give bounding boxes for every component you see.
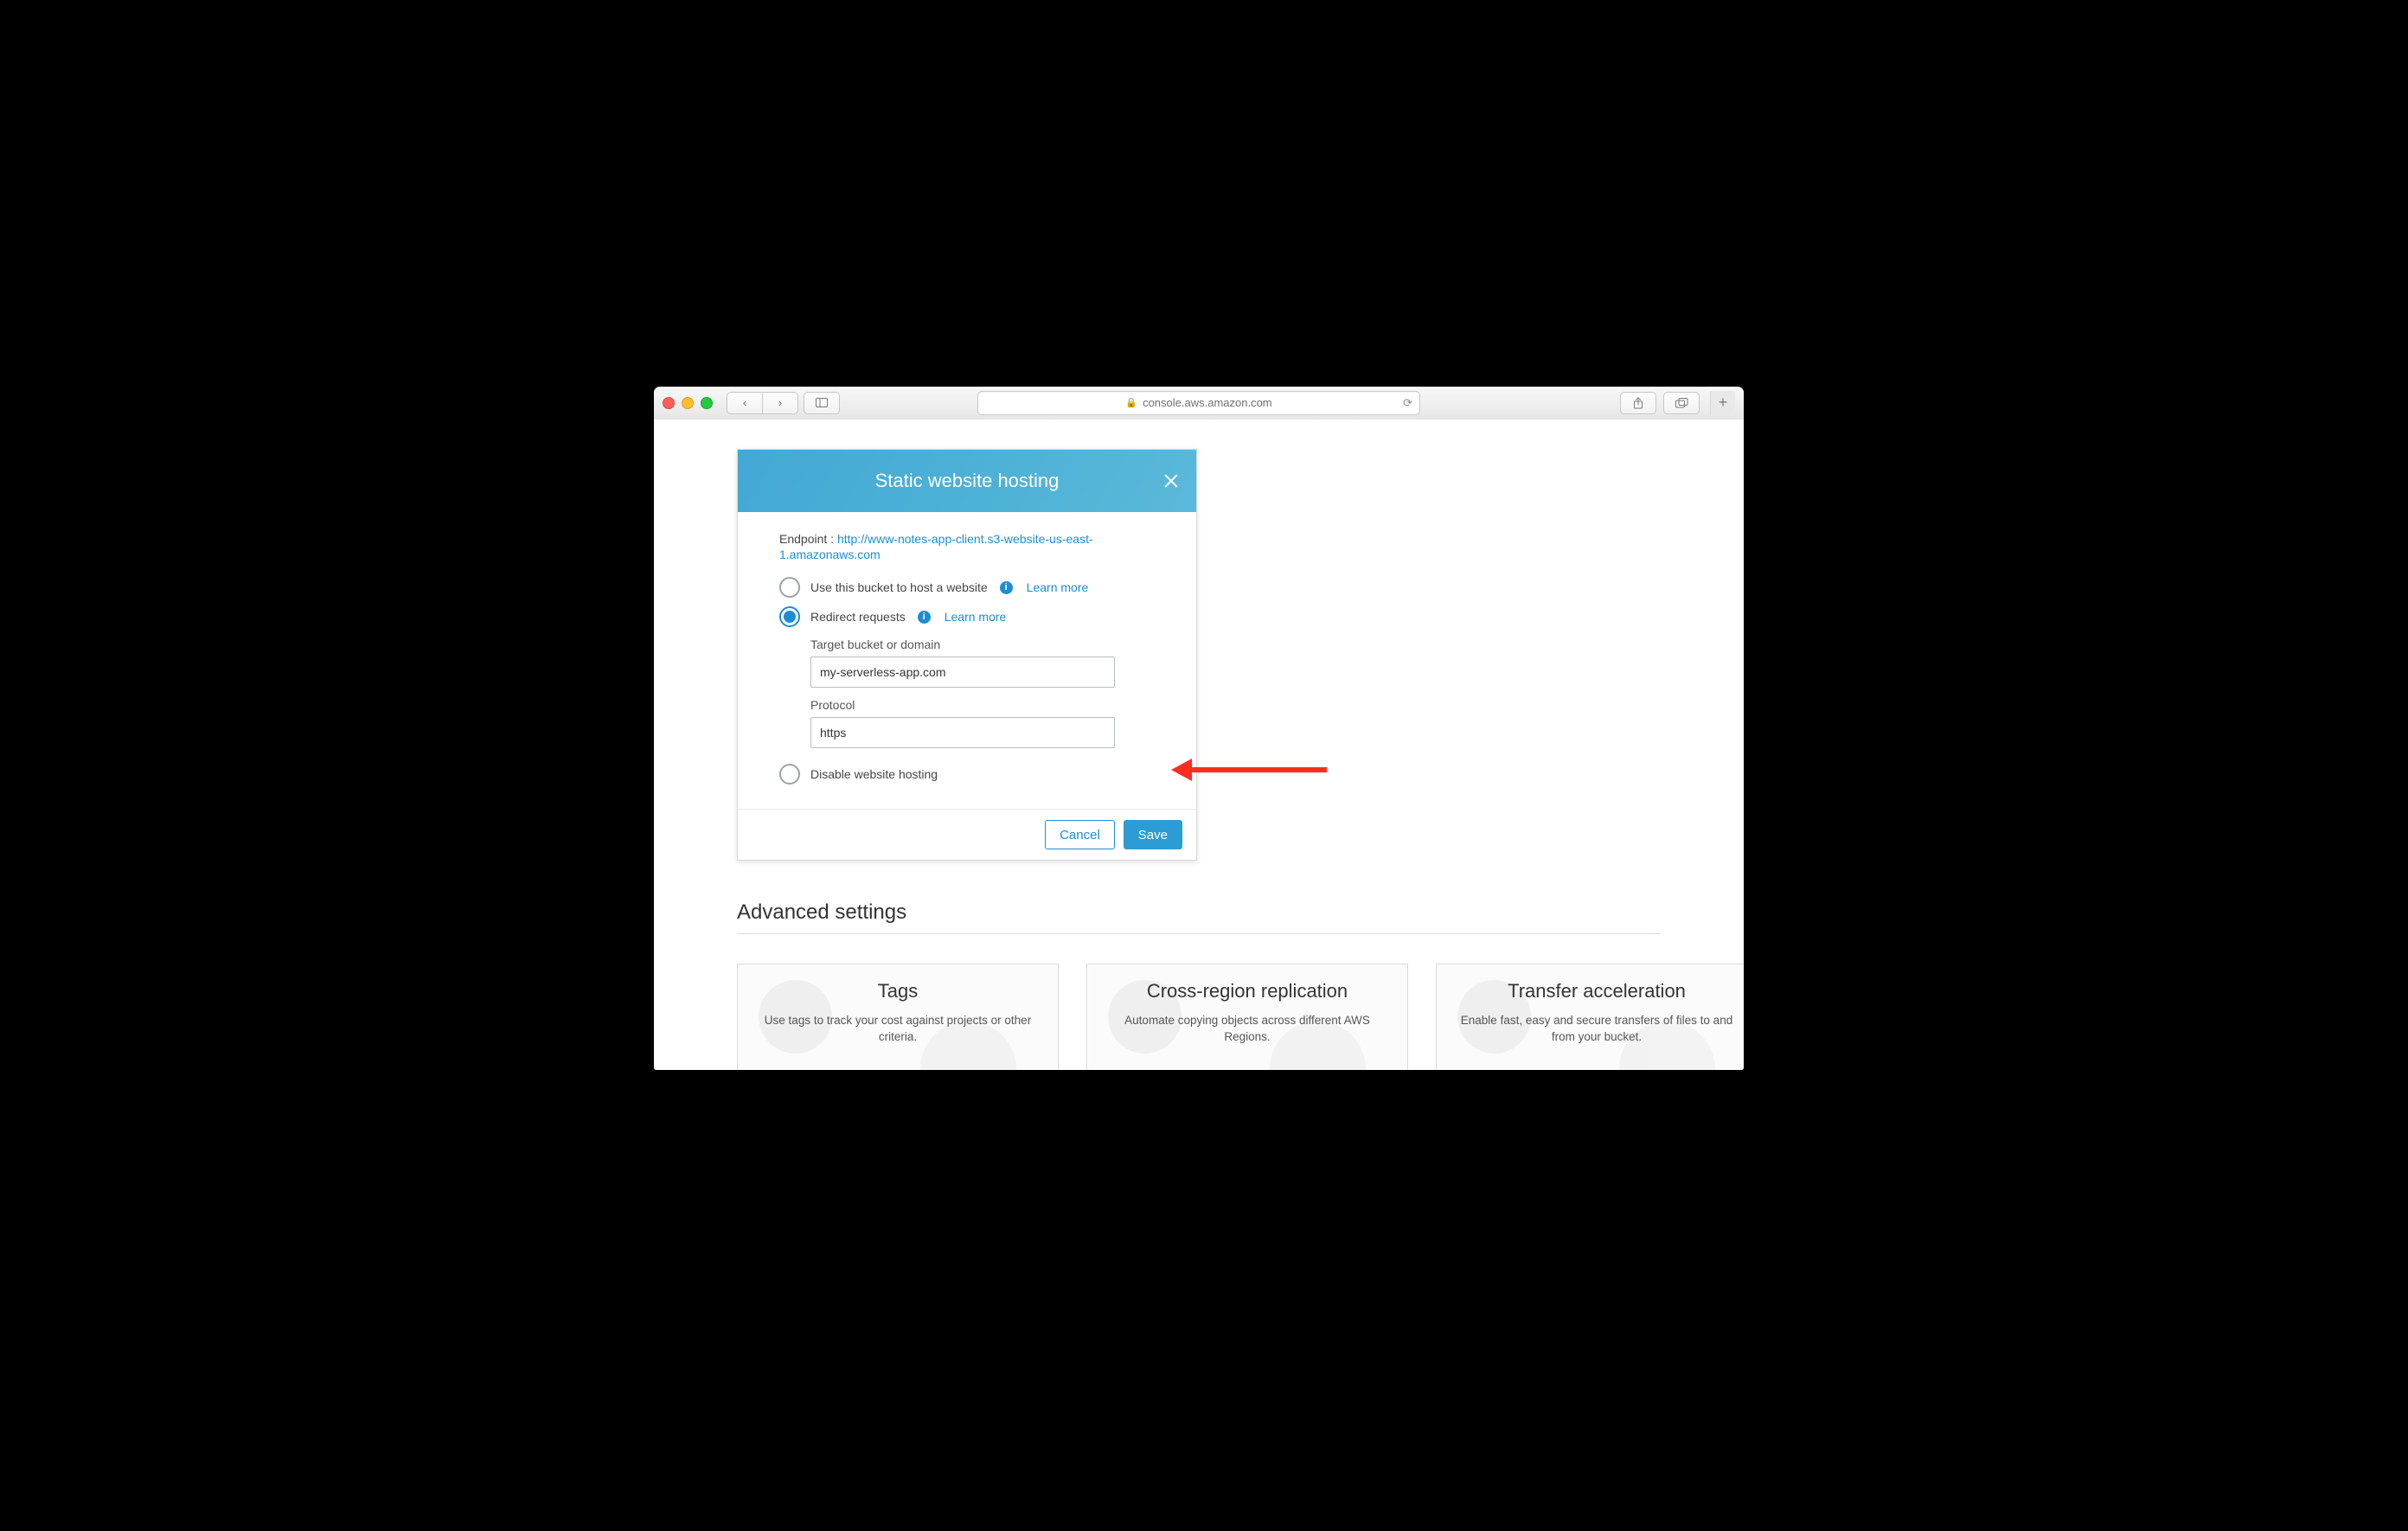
settings-tiles: Tags Use tags to track your cost against… xyxy=(737,964,1661,1069)
card-header: Static website hosting xyxy=(738,450,1196,512)
tabs-button[interactable] xyxy=(1663,392,1700,414)
forward-button[interactable]: › xyxy=(763,392,798,414)
tile-desc: Enable fast, easy and secure transfers o… xyxy=(1454,1013,1739,1044)
protocol-input[interactable] xyxy=(810,717,1115,748)
annotation-arrow xyxy=(1171,757,1327,783)
static-hosting-card: Static website hosting Endpoint : http:/… xyxy=(737,449,1197,862)
lock-icon: 🔒 xyxy=(1125,397,1137,408)
endpoint-row: Endpoint : http://www-notes-app-client.s… xyxy=(779,531,1155,564)
back-button[interactable]: ‹ xyxy=(727,392,763,414)
option-label: Disable website hosting xyxy=(810,767,938,781)
option-redirect-requests[interactable]: Redirect requests i Learn more xyxy=(779,606,1155,627)
option-label: Use this bucket to host a website xyxy=(810,580,988,594)
save-button[interactable]: Save xyxy=(1124,820,1182,849)
tile-cross-region-replication[interactable]: Cross-region replication Automate copyin… xyxy=(1086,964,1408,1069)
learn-more-link[interactable]: Learn more xyxy=(945,610,1007,624)
section-title: Advanced settings xyxy=(737,900,1661,925)
minimize-window-icon[interactable] xyxy=(682,397,694,409)
safari-window: ‹ › 🔒 console.aws.amazon.com ⟳ xyxy=(654,387,1744,1070)
info-icon[interactable]: i xyxy=(918,611,931,624)
tabs-icon xyxy=(1675,398,1688,408)
protocol-label: Protocol xyxy=(810,698,1155,712)
share-button[interactable] xyxy=(1620,392,1656,414)
close-window-icon[interactable] xyxy=(663,397,675,409)
option-disable-hosting[interactable]: Disable website hosting xyxy=(779,764,1155,785)
option-host-website[interactable]: Use this bucket to host a website i Lear… xyxy=(779,577,1155,598)
divider xyxy=(737,933,1661,934)
learn-more-link[interactable]: Learn more xyxy=(1027,580,1089,594)
address-bar[interactable]: 🔒 console.aws.amazon.com ⟳ xyxy=(977,391,1420,415)
address-text: console.aws.amazon.com xyxy=(1143,396,1272,409)
card-title: Static website hosting xyxy=(875,470,1060,492)
target-bucket-input[interactable] xyxy=(810,657,1115,688)
titlebar: ‹ › 🔒 console.aws.amazon.com ⟳ xyxy=(654,387,1744,420)
reload-icon[interactable]: ⟳ xyxy=(1403,396,1412,410)
share-icon xyxy=(1633,397,1643,409)
tile-tags[interactable]: Tags Use tags to track your cost against… xyxy=(737,964,1059,1069)
redirect-form: Target bucket or domain Protocol xyxy=(810,637,1155,748)
cancel-button[interactable]: Cancel xyxy=(1045,820,1115,849)
close-icon[interactable] xyxy=(1162,471,1181,490)
tile-transfer-acceleration[interactable]: Transfer acceleration Enable fast, easy … xyxy=(1436,964,1744,1069)
radio-unchecked-icon[interactable] xyxy=(779,764,800,785)
tile-title: Tags xyxy=(878,980,918,1003)
tile-desc: Automate copying objects across differen… xyxy=(1105,1013,1390,1044)
tile-desc: Use tags to track your cost against proj… xyxy=(755,1013,1041,1044)
tile-title: Transfer acceleration xyxy=(1508,980,1686,1003)
tile-title: Cross-region replication xyxy=(1147,980,1348,1003)
endpoint-label: Endpoint : xyxy=(779,532,834,546)
radio-unchecked-icon[interactable] xyxy=(779,577,800,598)
sidebar-icon xyxy=(816,398,828,407)
sidebar-button[interactable] xyxy=(804,392,840,414)
option-label: Redirect requests xyxy=(810,610,906,624)
info-icon[interactable]: i xyxy=(1000,581,1013,594)
new-tab-button[interactable]: + xyxy=(1710,391,1735,415)
target-label: Target bucket or domain xyxy=(810,637,1155,651)
page-content: Static website hosting Endpoint : http:/… xyxy=(654,420,1744,1070)
window-controls xyxy=(663,397,713,409)
zoom-window-icon[interactable] xyxy=(701,397,713,409)
radio-checked-icon[interactable] xyxy=(779,606,800,627)
card-footer: Cancel Save xyxy=(738,809,1196,860)
